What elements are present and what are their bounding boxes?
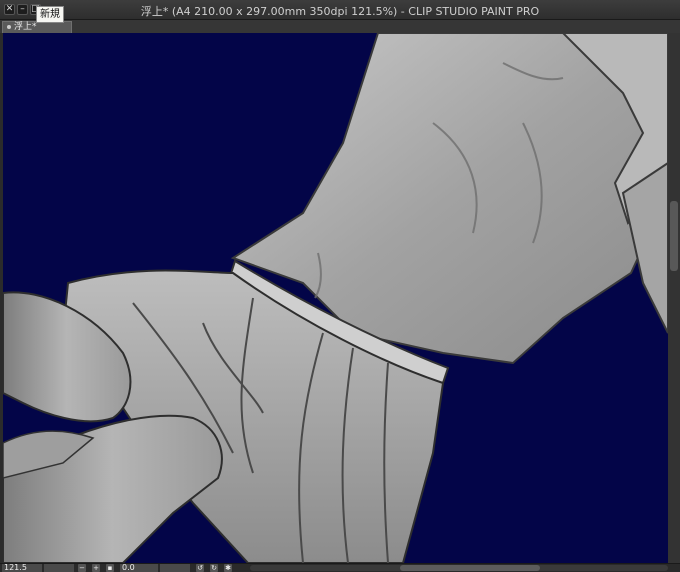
tab-modified-icon [7, 24, 11, 29]
vertical-scroll-thumb[interactable] [670, 201, 678, 271]
tab-label: 浮上* [14, 22, 37, 32]
vertical-scrollbar[interactable] [668, 33, 680, 563]
rotation-field[interactable]: 0.0 [120, 564, 158, 572]
status-bar: 121.5 − + ▪ 0.0 ↺ ↻ ✱ [0, 563, 680, 572]
horizontal-scrollbar[interactable] [250, 565, 668, 571]
drawing-canvas[interactable] [3, 33, 668, 563]
horizontal-scroll-thumb[interactable] [400, 565, 540, 571]
tab-bar: 浮上* [0, 20, 680, 33]
zoom-out-icon[interactable]: − [78, 564, 86, 572]
zoom-field[interactable]: 121.5 [2, 564, 42, 572]
rotation-slider[interactable] [160, 564, 190, 572]
window-title: 浮上* (A4 210.00 x 297.00mm 350dpi 121.5%)… [140, 5, 540, 18]
title-bar: ✕ – □ 浮上* (A4 210.00 x 297.00mm 350dpi 1… [0, 0, 680, 20]
rotate-left-icon[interactable]: ↺ [196, 564, 204, 572]
rotate-right-icon[interactable]: ↻ [210, 564, 218, 572]
zoom-in-icon[interactable]: + [92, 564, 100, 572]
fit-icon[interactable]: ▪ [106, 564, 114, 572]
zoom-slider[interactable] [44, 564, 74, 572]
new-tooltip: 新規 [36, 6, 64, 23]
reset-rotation-icon[interactable]: ✱ [224, 564, 232, 572]
illustration [3, 33, 668, 563]
